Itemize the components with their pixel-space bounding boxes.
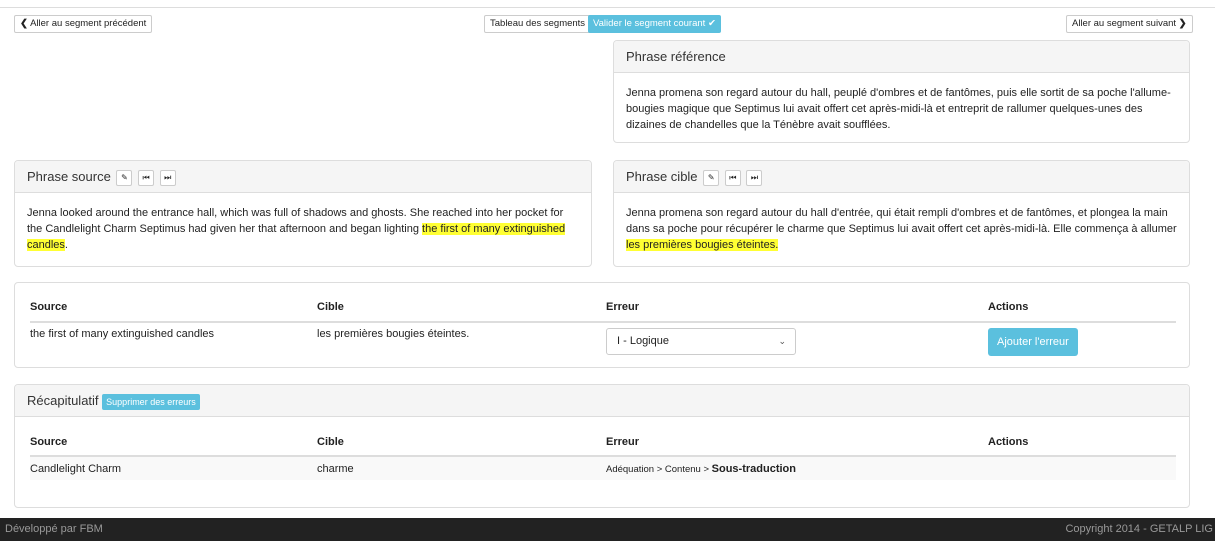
target-panel: Phrase cible ✎ ⏮ ⏭ Jenna promena son reg… bbox=[613, 160, 1190, 267]
col-actions-header: Actions bbox=[988, 301, 1029, 313]
summary-erreur-path: Adéquation > Contenu > bbox=[606, 463, 712, 475]
check-icon: ✔ bbox=[707, 18, 716, 29]
footer-copyright: Copyright 2014 - GETALP LIG bbox=[1065, 523, 1213, 535]
summary-panel: Récapitulatif Supprimer des erreurs Sour… bbox=[14, 384, 1190, 508]
source-text-after: . bbox=[64, 239, 68, 251]
add-error-button[interactable]: Ajouter l'erreur bbox=[988, 328, 1078, 356]
error-action-cell: Ajouter l'erreur bbox=[988, 322, 1176, 362]
summary-actions-cell bbox=[988, 456, 1176, 480]
target-heading: Phrase cible ✎ ⏮ ⏭ bbox=[614, 161, 1189, 193]
error-source-cell: the first of many extinguished candles bbox=[30, 328, 215, 340]
chevron-down-icon: ⌄ bbox=[778, 336, 786, 346]
summary-erreur-leaf: Sous-traduction bbox=[711, 462, 796, 475]
target-text-before: Jenna promena son regard autour du hall … bbox=[626, 207, 1177, 235]
eraser-icon[interactable]: ✎ bbox=[703, 169, 720, 186]
col-cible-header: Cible bbox=[317, 301, 344, 313]
reference-text: Jenna promena son regard autour du hall,… bbox=[626, 87, 1171, 131]
delete-errors-button[interactable]: Supprimer des erreurs bbox=[102, 393, 200, 410]
summary-erreur-cell: Adéquation > Contenu > Sous-traduction bbox=[606, 456, 988, 480]
next-segment-button[interactable]: Aller au segment suivant ❯ bbox=[1066, 15, 1193, 33]
col-erreur-header: Erreur bbox=[606, 301, 640, 313]
error-cible-cell: les premières bougies éteintes. bbox=[317, 328, 470, 340]
chevron-left-icon: ❮ bbox=[20, 18, 28, 29]
footer-credit: Développé par FBM bbox=[5, 523, 103, 535]
error-type-value: I - Logique bbox=[617, 335, 669, 347]
next-segment-label: Aller au segment suivant bbox=[1072, 18, 1177, 29]
footer: Développé par FBM Copyright 2014 - GETAL… bbox=[0, 518, 1215, 541]
summary-table: Source Cible Erreur Actions Candlelight … bbox=[30, 436, 1176, 480]
summary-heading: Récapitulatif Supprimer des erreurs bbox=[15, 385, 1189, 417]
prev-segment-label: Aller au segment précédent bbox=[30, 18, 147, 29]
reference-heading: Phrase référence bbox=[614, 41, 1189, 73]
col-actions-header: Actions bbox=[988, 436, 1029, 448]
error-form-panel: Source Cible Erreur Actions the first of… bbox=[14, 282, 1190, 368]
col-cible-header: Cible bbox=[317, 436, 344, 448]
col-erreur-header: Erreur bbox=[606, 436, 640, 448]
error-type-select[interactable]: I - Logique ⌄ bbox=[606, 328, 796, 355]
validate-segment-label: Valider le segment courant bbox=[593, 18, 706, 29]
col-source-header: Source bbox=[30, 436, 68, 448]
table-row: the first of many extinguished candles l… bbox=[30, 322, 1176, 362]
error-select-cell: I - Logique ⌄ bbox=[606, 322, 988, 362]
target-highlight: les premières bougies éteintes. bbox=[626, 239, 779, 251]
step-backward-icon[interactable]: ⏮ bbox=[724, 169, 741, 186]
step-forward-icon[interactable]: ⏭ bbox=[746, 169, 763, 186]
table-row: Candlelight Charm charme Adéquation > Co… bbox=[30, 456, 1176, 480]
prev-segment-button[interactable]: ❮ Aller au segment précédent bbox=[14, 15, 153, 33]
source-heading-label: Phrase source bbox=[27, 169, 111, 184]
source-panel: Phrase source ✎ ⏮ ⏭ Jenna looked around … bbox=[14, 160, 592, 267]
source-text: Jenna looked around the entrance hall, w… bbox=[15, 193, 591, 265]
eraser-icon[interactable]: ✎ bbox=[116, 169, 133, 186]
col-source-header: Source bbox=[30, 301, 68, 313]
summary-cible-cell: charme bbox=[317, 462, 354, 475]
summary-heading-label: Récapitulatif bbox=[27, 393, 99, 408]
step-backward-icon[interactable]: ⏮ bbox=[138, 169, 155, 186]
delete-errors-label: Supprimer des erreurs bbox=[106, 396, 196, 407]
error-form-table: Source Cible Erreur Actions the first of… bbox=[30, 301, 1176, 362]
summary-source-cell: Candlelight Charm bbox=[30, 462, 122, 475]
reference-panel: Phrase référence Jenna promena son regar… bbox=[613, 40, 1190, 143]
chevron-right-icon: ❯ bbox=[1178, 18, 1187, 29]
segments-table-button[interactable]: Tableau des segments bbox=[484, 15, 592, 33]
validate-segment-button[interactable]: Valider le segment courant ✔ bbox=[588, 15, 721, 33]
top-divider bbox=[0, 7, 1215, 8]
target-heading-label: Phrase cible bbox=[626, 169, 698, 184]
target-text: Jenna promena son regard autour du hall … bbox=[614, 193, 1189, 265]
add-error-label: Ajouter l'erreur bbox=[997, 336, 1069, 348]
source-heading: Phrase source ✎ ⏮ ⏭ bbox=[15, 161, 591, 193]
step-forward-icon[interactable]: ⏭ bbox=[159, 169, 176, 186]
